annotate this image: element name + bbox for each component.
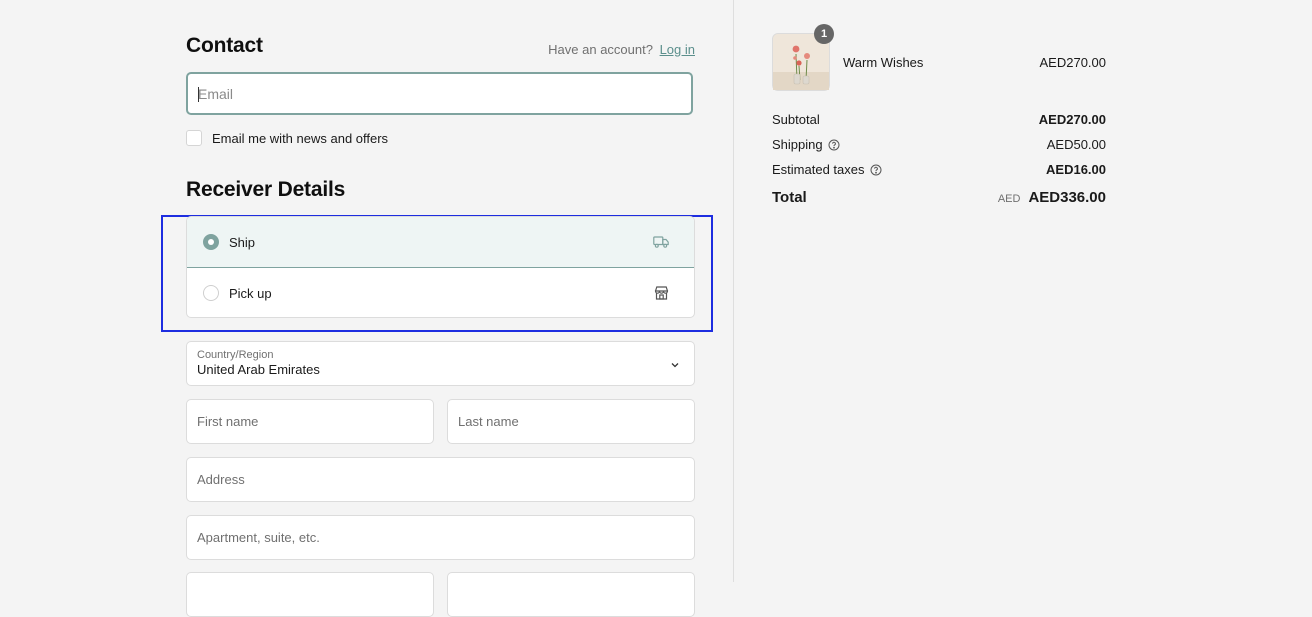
subtotal-row: Subtotal AED270.00 [772,112,1106,127]
newsletter-option[interactable]: Email me with news and offers [186,130,388,146]
country-value: United Arab Emirates [197,362,320,377]
product-price: AED270.00 [1039,55,1107,70]
address-placeholder: Address [197,472,245,487]
login-link[interactable]: Log in [660,42,695,57]
subtotal-label: Subtotal [772,112,820,127]
delivery-method-group: Ship Pick up [186,216,695,318]
shipping-value: AED50.00 [1046,137,1106,152]
have-account-text: Have an account? [548,42,653,57]
quantity-badge: 1 [814,24,834,44]
newsletter-checkbox[interactable] [186,130,202,146]
truck-icon [653,236,669,249]
last-name-placeholder: Last name [458,414,519,429]
city-field[interactable] [186,572,434,617]
apartment-field[interactable]: Apartment, suite, etc. [186,515,695,560]
total-row: Total AED AED336.00 [772,189,1106,206]
account-prompt: Have an account? Log in [548,42,695,57]
address-field[interactable]: Address [186,457,695,502]
column-divider [733,0,734,582]
pickup-radio[interactable] [203,285,219,301]
text-caret [198,87,199,102]
subtotal-value: AED270.00 [1038,112,1106,127]
total-value: AED336.00 [1028,189,1106,206]
contact-heading: Contact [186,34,263,57]
chevron-down-icon [670,358,680,373]
product-name: Warm Wishes [843,55,924,70]
postal-code-field[interactable] [447,572,695,617]
delivery-option-ship[interactable]: Ship [187,217,694,268]
first-name-field[interactable]: First name [186,399,434,444]
apartment-placeholder: Apartment, suite, etc. [197,530,320,545]
email-field[interactable] [186,72,693,115]
total-currency: AED [997,193,1021,205]
help-circle-icon[interactable] [828,139,840,151]
store-icon [654,286,669,301]
shipping-row: Shipping AED50.00 [772,137,1106,152]
ship-radio[interactable] [203,234,219,250]
total-label: Total [772,189,807,206]
receiver-details-heading: Receiver Details [186,178,346,201]
delivery-option-pickup[interactable]: Pick up [187,268,694,317]
shipping-label: Shipping [772,137,823,152]
taxes-value: AED16.00 [1046,162,1106,177]
last-name-field[interactable]: Last name [447,399,695,444]
ship-label: Ship [229,234,256,250]
taxes-row: Estimated taxes AED16.00 [772,162,1106,177]
newsletter-label: Email me with news and offers [212,130,389,146]
email-input[interactable] [188,74,691,113]
country-label: Country/Region [197,349,274,361]
first-name-placeholder: First name [197,414,259,429]
country-select[interactable]: Country/Region United Arab Emirates [186,341,695,386]
taxes-label: Estimated taxes [772,162,865,177]
help-circle-icon[interactable] [870,164,882,176]
pickup-label: Pick up [229,285,272,301]
